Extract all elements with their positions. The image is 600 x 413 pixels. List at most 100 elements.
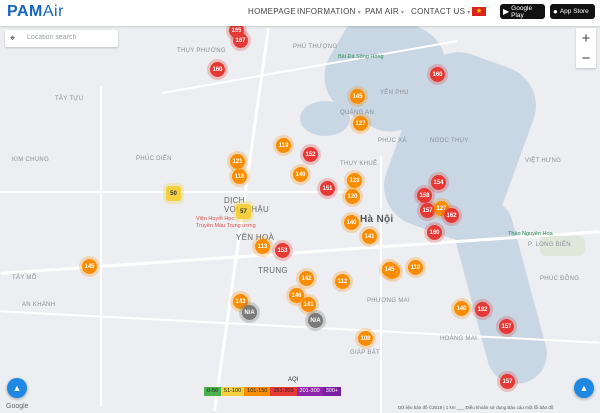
area-label: GIÁP BÁT bbox=[350, 350, 380, 356]
logo-main-text: PAM bbox=[7, 3, 43, 20]
poi-label: Thảo Nguyên Hoa bbox=[508, 231, 553, 237]
red-river bbox=[446, 191, 554, 391]
flag-star: ★ bbox=[475, 8, 483, 15]
map-canvas[interactable]: THỤY PHƯƠNG PHÚ THƯỢNG TÂY TỰU KIM CHUNG… bbox=[0, 26, 600, 413]
area-label: TÂY TỰU bbox=[55, 96, 84, 102]
aqi-marker[interactable]: 120 bbox=[345, 189, 360, 204]
zoom-out-button[interactable]: − bbox=[576, 48, 596, 68]
aqi-marker[interactable]: 57 bbox=[236, 204, 251, 219]
area-label: THỤY KHUÊ bbox=[340, 161, 378, 167]
area-label: YÊN HOÀ bbox=[236, 233, 275, 242]
area-label: YÊN PHỤ bbox=[380, 90, 409, 96]
aqi-marker[interactable]: 113 bbox=[255, 239, 270, 254]
legend-range: 0-50 bbox=[204, 387, 222, 396]
aqi-marker[interactable]: 146 bbox=[289, 288, 304, 303]
nav-information[interactable]: INFORMATION ▾ bbox=[297, 7, 361, 16]
nav-label: PAM AIR bbox=[365, 7, 399, 16]
right-expand-button[interactable]: ▲ bbox=[574, 378, 594, 398]
aqi-marker[interactable]: 140 bbox=[454, 301, 469, 316]
nav-contact-us[interactable]: CONTACT US ▾ bbox=[411, 7, 471, 16]
area-label: P. LONG BIÊN bbox=[528, 242, 571, 248]
area-label: NGỌC THỤY bbox=[430, 138, 469, 144]
plus-icon: + bbox=[581, 29, 591, 47]
aqi-marker[interactable]: 154 bbox=[431, 175, 446, 190]
map-attribution[interactable]: Dữ liệu bản đồ ©2019 | 1 km ___ Điều kho… bbox=[398, 405, 553, 410]
west-lake bbox=[300, 101, 350, 136]
aqi-marker[interactable]: 142 bbox=[299, 271, 314, 286]
aqi-marker[interactable]: 160 bbox=[210, 62, 225, 77]
aqi-marker[interactable]: 182 bbox=[475, 302, 490, 317]
play-icon: ▶ bbox=[503, 7, 510, 16]
aqi-marker[interactable]: 110 bbox=[408, 260, 423, 275]
legend-range: 101-150 bbox=[244, 387, 271, 396]
aqi-marker[interactable]: 141 bbox=[301, 297, 316, 312]
road bbox=[380, 156, 382, 413]
area-label: PHÚC XÁ bbox=[378, 138, 407, 144]
area-label: TÂY MỖ bbox=[12, 275, 37, 281]
aqi-marker[interactable]: 145 bbox=[350, 89, 365, 104]
area-label: THỤY PHƯƠNG bbox=[177, 48, 226, 54]
top-navbar: PAMAir HOMEPAGE INFORMATION ▾ PAM AIR ▾ CO… bbox=[0, 0, 600, 26]
city-label: Hà Nội bbox=[360, 214, 394, 225]
aqi-marker[interactable]: 160 bbox=[427, 225, 442, 240]
nav-homepage[interactable]: HOMEPAGE bbox=[248, 7, 296, 16]
aqi-marker[interactable]: 167 bbox=[233, 33, 248, 48]
aqi-marker[interactable]: 127 bbox=[353, 116, 368, 131]
nav-pam-air[interactable]: PAM AIR ▾ bbox=[365, 7, 404, 16]
legend-range: 201-300 bbox=[296, 387, 323, 396]
area-label: PHƯƠNG MAI bbox=[367, 298, 410, 304]
poi-label: Bãi Đá Sông Hồng bbox=[338, 54, 384, 60]
aqi-marker[interactable]: 153 bbox=[275, 243, 290, 258]
zoom-in-button[interactable]: + bbox=[576, 28, 596, 48]
google-logo: Google bbox=[6, 403, 29, 410]
legend-range: 151-200 bbox=[270, 387, 297, 396]
aqi-marker[interactable]: 140 bbox=[344, 215, 359, 230]
area-label: QUẢNG AN bbox=[340, 110, 375, 116]
aqi-marker[interactable]: 141 bbox=[362, 229, 377, 244]
area-label: AN KHÁNH bbox=[22, 302, 56, 308]
area-label: HOÀNG MAI bbox=[440, 336, 478, 342]
google-play-button[interactable]: ▶ Google Play bbox=[500, 4, 545, 19]
chevron-up-icon: ▲ bbox=[12, 383, 22, 393]
left-expand-button[interactable]: ▲ bbox=[7, 378, 27, 398]
aqi-marker[interactable]: 123 bbox=[347, 173, 362, 188]
aqi-marker[interactable]: 118 bbox=[232, 169, 247, 184]
area-label: PHÚ THƯỢNG bbox=[293, 44, 338, 50]
pamair-logo[interactable]: PAMAir bbox=[7, 3, 64, 21]
nav-label: INFORMATION bbox=[297, 7, 356, 16]
aqi-marker[interactable]: N/A bbox=[308, 313, 323, 328]
aqi-marker[interactable]: 108 bbox=[358, 331, 373, 346]
apple-icon: ● bbox=[553, 7, 558, 16]
aqi-marker[interactable]: 145 bbox=[382, 262, 397, 277]
aqi-marker[interactable]: 112 bbox=[335, 274, 350, 289]
aqi-marker[interactable]: 152 bbox=[303, 147, 318, 162]
chevron-down-icon: ▾ bbox=[400, 10, 405, 16]
store-label: Google Play bbox=[511, 4, 533, 19]
aqi-marker[interactable]: 157 bbox=[420, 203, 435, 218]
aqi-marker[interactable]: 151 bbox=[320, 181, 335, 196]
aqi-marker[interactable]: 119 bbox=[276, 138, 291, 153]
logo-air-text: Air bbox=[42, 3, 64, 20]
aqi-marker[interactable]: 50 bbox=[166, 186, 181, 201]
legend-range: 51-100 bbox=[221, 387, 245, 396]
aqi-marker[interactable]: N/A bbox=[242, 305, 257, 320]
area-label: KIM CHUNG bbox=[12, 157, 50, 163]
aqi-marker[interactable]: 158 bbox=[417, 188, 432, 203]
chevron-down-icon: ▾ bbox=[467, 10, 471, 16]
chevron-up-icon: ▲ bbox=[579, 383, 589, 393]
aqi-marker[interactable]: 145 bbox=[82, 259, 97, 274]
aqi-legend: 0-50 51-100 101-150 151-200 201-300 300+ bbox=[204, 387, 342, 396]
aqi-marker[interactable]: 157 bbox=[500, 374, 515, 389]
vietnam-flag-icon[interactable]: ★ bbox=[472, 7, 486, 16]
locate-icon[interactable]: ⌖ bbox=[10, 33, 15, 44]
road bbox=[100, 86, 102, 406]
location-search[interactable]: ⌖ Location search bbox=[5, 30, 118, 47]
aqi-marker[interactable]: 121 bbox=[230, 154, 245, 169]
aqi-marker[interactable]: 157 bbox=[499, 319, 514, 334]
area-label: TRUNG bbox=[258, 266, 288, 275]
aqi-marker[interactable]: 160 bbox=[430, 67, 445, 82]
app-store-button[interactable]: ● App Store bbox=[550, 4, 595, 19]
aqi-marker[interactable]: 140 bbox=[293, 167, 308, 182]
aqi-marker[interactable]: 162 bbox=[444, 208, 459, 223]
legend-range: 300+ bbox=[322, 387, 342, 396]
